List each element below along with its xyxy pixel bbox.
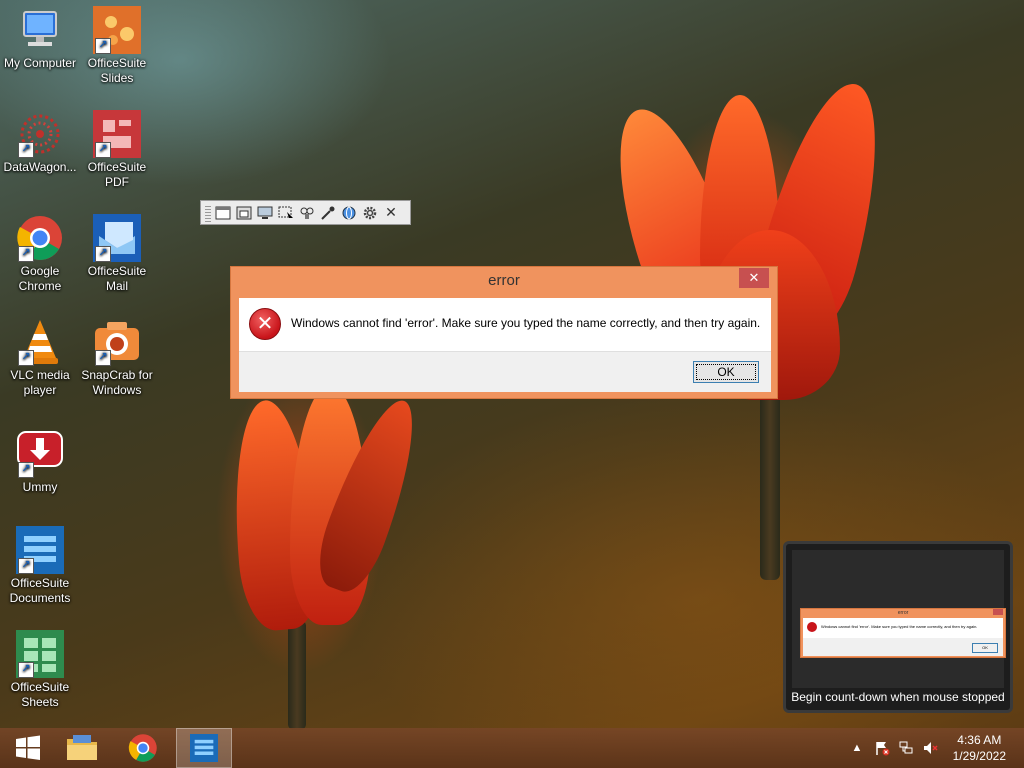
shortcut-arrow-icon: ↗ [95,246,111,262]
preview-mini-title: error [897,610,909,616]
vlc-icon: ↗ [16,318,64,366]
desktop-icon-ummy[interactable]: ↗ Ummy [0,430,80,495]
capture-toolbar: ✕ [200,200,411,225]
folder-icon [67,735,97,760]
desktop-icon-officesuite-mail[interactable]: ↗ OfficeSuite Mail [77,214,157,294]
preview-mini-footer: OK [803,638,1003,656]
chrome-icon: ↗ [16,214,64,262]
close-icon[interactable]: ✕ [382,204,400,222]
gear-icon[interactable] [361,204,379,222]
clock-time: 4:36 AM [957,733,1002,747]
preview-mini-close [993,609,1003,615]
desktop-icon-officesuite-pdf[interactable]: ↗ OfficeSuite PDF [77,110,157,190]
dialog-footer: OK [239,351,771,392]
preview-mini-message: Windows cannot find 'error'. Make sure y… [821,624,978,629]
toolbar-grip-handle[interactable] [205,203,211,222]
slides-icon: ↗ [93,6,141,54]
clock-date: 1/29/2022 [952,749,1006,763]
taskbar-officesuite-documents[interactable] [176,728,232,768]
computer-icon [16,6,64,54]
desktop-icon-vlc[interactable]: ↗ VLC media player [0,318,80,398]
desktop-icon-officesuite-sheets[interactable]: ↗ OfficeSuite Sheets [0,630,80,710]
shortcut-arrow-icon: ↗ [95,350,111,366]
preview-thumbnail: error Windows cannot find 'error'. Make … [792,550,1006,688]
desktop-icon-my-computer[interactable]: My Computer [0,6,80,71]
preview-mini-body: Windows cannot find 'error'. Make sure y… [803,618,1003,638]
network-icon[interactable] [896,728,916,768]
preview-label: Begin count-down when mouse stopped [791,690,1005,704]
preview-mini-ok: OK [972,643,998,653]
dialog-title: error [488,272,520,289]
sheets-icon: ↗ [16,630,64,678]
shortcut-arrow-icon: ↗ [18,462,34,478]
dialog-body: ✕ Windows cannot find 'error'. Make sure… [239,298,771,351]
region-capture-icon[interactable] [277,204,295,222]
action-center-flag-icon[interactable] [872,728,892,768]
show-hidden-icons-button[interactable]: ▲ [848,728,866,768]
desktop-icon-snapcrab[interactable]: ↗ SnapCrab for Windows [77,318,157,398]
mail-icon: ↗ [93,214,141,262]
snapcrab-icon: ↗ [93,318,141,366]
preview-mini-dialog: error Windows cannot find 'error'. Make … [800,608,1006,658]
flower-stem [288,620,306,730]
shortcut-arrow-icon: ↗ [18,246,34,262]
web-capture-icon[interactable] [340,204,358,222]
desktop-icon-officesuite-slides[interactable]: ↗ OfficeSuite Slides [77,6,157,86]
client-area-capture-icon[interactable] [235,204,253,222]
datawagon-icon: ↗ [16,110,64,158]
capture-preview-popup[interactable]: error Windows cannot find 'error'. Make … [783,541,1013,713]
windows-logo-icon [16,735,40,760]
taskbar-chrome[interactable] [115,728,171,768]
ummy-icon: ↗ [16,430,64,478]
dialog-close-button[interactable]: ✕ [739,268,769,288]
window-capture-icon[interactable] [214,204,232,222]
flower-stem [760,380,780,580]
desktop-icon-google-chrome[interactable]: ↗ Google Chrome [0,214,80,294]
shortcut-arrow-icon: ↗ [18,142,34,158]
shortcut-arrow-icon: ↗ [18,558,34,574]
eyedropper-icon[interactable] [319,204,337,222]
dialog-message: Windows cannot find 'error'. Make sure y… [291,316,761,330]
shortcut-arrow-icon: ↗ [18,662,34,678]
shortcut-arrow-icon: ↗ [95,142,111,158]
desktop-icon-datawagon[interactable]: ↗ DataWagon... [0,110,80,175]
taskbar-clock[interactable]: 4:36 AM 1/29/2022 [953,732,1006,764]
desktop-icon-officesuite-documents[interactable]: ↗ OfficeSuite Documents [0,526,80,606]
error-icon: ✕ [249,308,281,340]
error-dialog: error ✕ ✕ Windows cannot find 'error'. M… [230,266,778,399]
documents-icon [190,734,218,762]
shortcut-arrow-icon: ↗ [95,38,111,54]
taskbar-file-explorer[interactable] [54,728,110,768]
pdf-icon: ↗ [93,110,141,158]
taskbar: ▲ 4:36 AM 1/29/2022 [0,728,1024,768]
chrome-icon [128,734,157,762]
ok-button[interactable]: OK [693,361,759,383]
desktop-capture-icon[interactable] [256,204,274,222]
preview-error-icon [807,622,817,632]
volume-muted-icon[interactable] [920,728,940,768]
shortcut-arrow-icon: ↗ [18,350,34,366]
link-capture-icon[interactable] [298,204,316,222]
documents-icon: ↗ [16,526,64,574]
start-button[interactable] [0,728,56,768]
